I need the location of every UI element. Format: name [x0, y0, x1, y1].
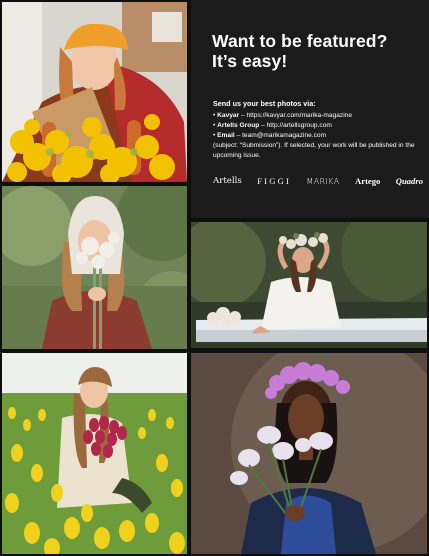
submission-intro: Send us your best photos via:	[213, 99, 316, 108]
photo-girl-tulip-field	[2, 353, 187, 554]
logo-marika: MARIKA	[306, 176, 340, 186]
submission-note: (subject: “Submission”). If selected, yo…	[213, 142, 415, 159]
contact-list: • Kavyar – https://kavyar.com/marika-mag…	[213, 111, 423, 141]
contact-name: Email	[217, 132, 235, 139]
logo-figgi: FIGGI	[257, 176, 292, 186]
photo-girl-headscarf	[2, 186, 187, 349]
contact-detail: – team@marikamagazine.com	[234, 132, 327, 139]
logo-artells: Artells	[213, 176, 242, 186]
contact-detail: – http://artellsgroup.com	[259, 122, 332, 129]
photo-girl-flower-crown-bed	[191, 222, 427, 348]
photo-girl-purple-flower-crown	[191, 353, 427, 554]
contact-name: Artells Group	[217, 122, 260, 129]
contact-kavyar[interactable]: • Kavyar – https://kavyar.com/marika-mag…	[213, 111, 423, 121]
logo-artego: Artego	[355, 176, 381, 186]
partner-logos: Artells FIGGI MARIKA Artego Quadro	[213, 174, 423, 188]
contact-artells-group[interactable]: • Artells Group – http://artellsgroup.co…	[213, 121, 423, 131]
submission-panel: Want to be featured? It’s easy! Send us …	[191, 0, 429, 218]
contact-email[interactable]: • Email – team@marikamagazine.com	[213, 131, 423, 141]
photo-girl-orange-beret	[2, 2, 187, 182]
panel-headline: Want to be featured? It’s easy!	[212, 31, 388, 71]
contact-detail: – https://kavyar.com/marika-magazine	[239, 112, 353, 119]
contact-name: Kavyar	[217, 112, 240, 119]
logo-quadro: Quadro	[395, 176, 423, 186]
